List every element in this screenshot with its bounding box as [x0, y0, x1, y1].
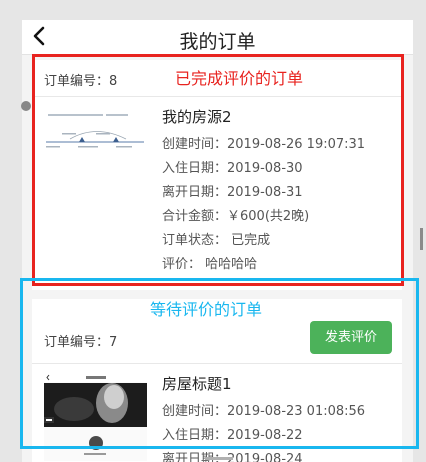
- checkout-date: 离开日期：2019-08-24: [162, 448, 365, 462]
- pending-orders-annotation: 等待评价的订单: [150, 300, 263, 319]
- completed-orders-annotation: 已完成评价的订单: [175, 69, 304, 88]
- header: 我的订单: [22, 20, 413, 55]
- page-title: 我的订单: [179, 31, 256, 53]
- home-indicator: [205, 457, 233, 460]
- scrollbar[interactable]: [420, 228, 423, 250]
- drag-handle-dot[interactable]: [21, 101, 31, 111]
